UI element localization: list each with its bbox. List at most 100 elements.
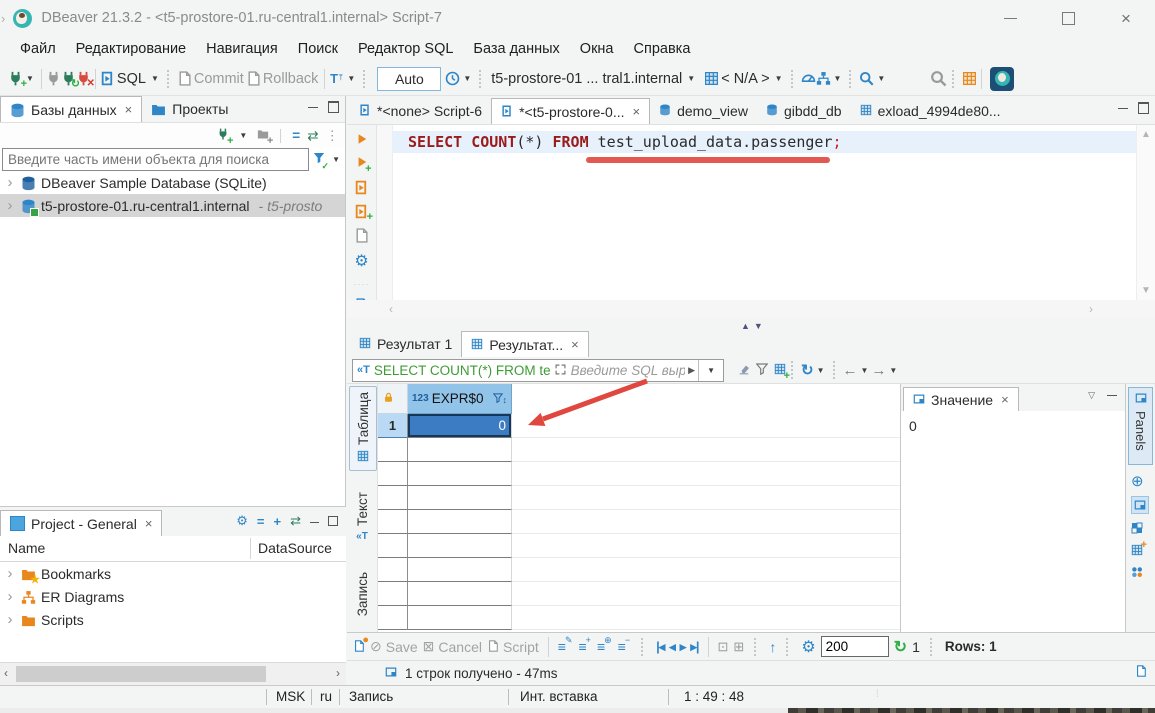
link-with-editor-icon[interactable]: ⇄	[307, 128, 318, 144]
disconnect-button[interactable]: ✕	[76, 71, 91, 87]
record-indicator[interactable]: Запись	[349, 689, 393, 704]
editor-results-sash[interactable]: ▲▼	[347, 318, 1155, 332]
close-button[interactable]: ×	[1097, 0, 1155, 36]
column-datasource-header[interactable]: DataSource	[258, 540, 332, 556]
scroll-left-icon[interactable]: ‹	[4, 666, 8, 680]
first-row-icon[interactable]: |◂	[656, 639, 664, 655]
insert-mode-indicator[interactable]: Инт. вставка	[520, 689, 598, 704]
rollback-button[interactable]: Rollback	[263, 71, 319, 87]
expand-filter-icon[interactable]	[555, 363, 566, 378]
tab-demo-view[interactable]: demo_view	[650, 98, 757, 124]
presentation-tab-text[interactable]: Текст «T	[349, 492, 375, 542]
scroll-thumb[interactable]	[16, 666, 266, 682]
next-row-icon[interactable]: ▸	[680, 639, 686, 655]
tab-project-general[interactable]: Project - General ×	[0, 510, 162, 536]
new-folder-button[interactable]: +	[257, 128, 269, 143]
minimize-value-panel-icon[interactable]	[1107, 395, 1117, 396]
transaction-mode-icon[interactable]	[329, 71, 344, 87]
sql-editor-button[interactable]: SQL	[117, 71, 146, 87]
close-tab-icon[interactable]: ×	[633, 104, 641, 119]
scroll-down-icon[interactable]: ▼	[1141, 285, 1151, 296]
new-connection-button[interactable]: +	[8, 71, 23, 87]
menu-database[interactable]: База данных	[463, 41, 569, 57]
cancel-button[interactable]: ⊠Cancel	[423, 638, 482, 655]
last-row-icon[interactable]: ▸|	[690, 639, 698, 655]
object-search-input[interactable]	[2, 148, 309, 171]
timezone-indicator[interactable]: MSK	[276, 689, 305, 704]
close-databases-tab-icon[interactable]: ×	[125, 102, 133, 117]
execute-script-new-icon[interactable]: +	[354, 203, 369, 219]
nav-forward-dropdown[interactable]: ▼	[889, 366, 897, 375]
refresh-icon[interactable]: ↻	[801, 361, 814, 379]
transaction-log-dropdown[interactable]: ▼	[463, 74, 471, 83]
menu-navigate[interactable]: Навигация	[196, 41, 288, 57]
tab-gibdd-db[interactable]: gibdd_db	[757, 98, 851, 124]
maximize-panel-icon[interactable]	[328, 101, 339, 113]
filter-input[interactable]: «T SELECT COUNT(*) FROM te Введите SQL в…	[352, 359, 724, 382]
execute-statement-icon[interactable]	[356, 133, 368, 148]
nav-new-connection-dropdown[interactable]: ▼	[239, 131, 247, 140]
project-hscrollbar[interactable]: ‹ ›	[0, 662, 346, 685]
add-row-icon[interactable]: ≡+	[579, 639, 592, 654]
row-number-cell[interactable]: 1	[378, 414, 408, 438]
close-value-tab-icon[interactable]: ×	[1001, 392, 1009, 407]
menu-edit[interactable]: Редактирование	[66, 41, 196, 57]
sql-editor-dropdown[interactable]: ▼	[151, 74, 159, 83]
minimize-editor-icon[interactable]	[1118, 105, 1128, 109]
custom-filter-icon[interactable]: +	[774, 363, 786, 378]
result-grid[interactable]: 123 EXPR$0 ↕ 1 0	[378, 384, 930, 632]
expand-chevron-icon[interactable]: ›	[4, 565, 16, 582]
connect-button[interactable]	[46, 71, 61, 87]
tab-result-2-active[interactable]: Результат... ×	[461, 331, 588, 357]
project-item-er-diagrams[interactable]: › ER Diagrams	[0, 585, 346, 608]
schema-combo[interactable]: < N/A >	[721, 71, 769, 87]
sql-editor[interactable]: + + ⚙ ···· ! SELECT COUNT(*) FROM test_u…	[347, 125, 1155, 300]
output-icon[interactable]	[1135, 665, 1147, 680]
scroll-left-icon[interactable]: ‹	[389, 302, 393, 316]
tab-projects[interactable]: Проекты	[142, 96, 237, 122]
fetch-size-input[interactable]	[821, 636, 889, 657]
menu-sql-editor[interactable]: Редактор SQL	[348, 41, 463, 57]
caret-position-indicator[interactable]: 1 : 49 : 48	[684, 689, 744, 704]
column-header-expr0[interactable]: 123 EXPR$0 ↕	[408, 384, 512, 414]
presentation-tab-grid[interactable]: Таблица	[349, 386, 377, 471]
language-indicator[interactable]: ru	[320, 689, 332, 704]
tree-item-sample-database[interactable]: › DBeaver Sample Database (SQLite)	[0, 171, 345, 194]
er-diagram-icon[interactable]	[816, 71, 831, 87]
clear-filter-icon[interactable]	[738, 363, 750, 378]
export-resultset-icon[interactable]: ↑	[769, 639, 776, 655]
project-collapse-icon[interactable]: =	[257, 514, 265, 529]
schema-dropdown[interactable]: ▼	[775, 74, 783, 83]
menu-file[interactable]: Файл	[10, 41, 66, 57]
value-viewer-panel-icon[interactable]	[1131, 496, 1149, 514]
project-item-scripts[interactable]: › Scripts	[0, 608, 346, 631]
editor-gear-icon[interactable]: ⚙	[354, 251, 368, 271]
datasource-dropdown[interactable]: ▼	[687, 74, 695, 83]
project-settings-gear-icon[interactable]: ⚙	[236, 513, 248, 529]
datasource-combo[interactable]: t5-prostore-01 ... tral1.internal	[491, 71, 682, 87]
filter-dropdown[interactable]: ▼	[332, 155, 340, 164]
prev-row-icon[interactable]: ◂	[669, 639, 675, 655]
minimize-panel-icon[interactable]	[308, 104, 318, 108]
menu-search[interactable]: Поиск	[288, 41, 348, 57]
execute-new-tab-icon[interactable]: +	[356, 156, 368, 171]
minimize-button[interactable]	[981, 0, 1039, 36]
tab-value[interactable]: Значение ×	[903, 387, 1019, 411]
editor-vscrollbar[interactable]: ▲ ▼	[1136, 125, 1155, 300]
project-item-bookmarks[interactable]: › ★ Bookmarks	[0, 562, 346, 585]
delete-row-icon[interactable]: ≡−	[618, 639, 631, 654]
commit-mode-combo[interactable]: Auto	[377, 67, 441, 91]
sql-editor-icon[interactable]	[100, 71, 115, 87]
script-button[interactable]: Script	[487, 639, 539, 655]
view-menu-icon[interactable]: ⋮	[326, 128, 340, 144]
save-filter-funnel-icon[interactable]	[756, 363, 768, 378]
scroll-up-icon[interactable]: ▲	[1141, 129, 1151, 140]
calc-panel-icon[interactable]	[1131, 522, 1143, 534]
expand-chevron-icon[interactable]: ›	[4, 611, 16, 628]
nav-back-dropdown[interactable]: ▼	[861, 366, 869, 375]
refresh-dropdown[interactable]: ▼	[817, 366, 825, 375]
tree-item-t5-prostore[interactable]: › t5-prostore-01.ru-central1.internal - …	[0, 194, 345, 217]
save-button[interactable]: ⊘Save	[370, 638, 418, 655]
commit-button[interactable]: Commit	[194, 71, 244, 87]
sql-statement-line[interactable]: SELECT COUNT(*) FROM test_upload_data.pa…	[392, 131, 1137, 153]
